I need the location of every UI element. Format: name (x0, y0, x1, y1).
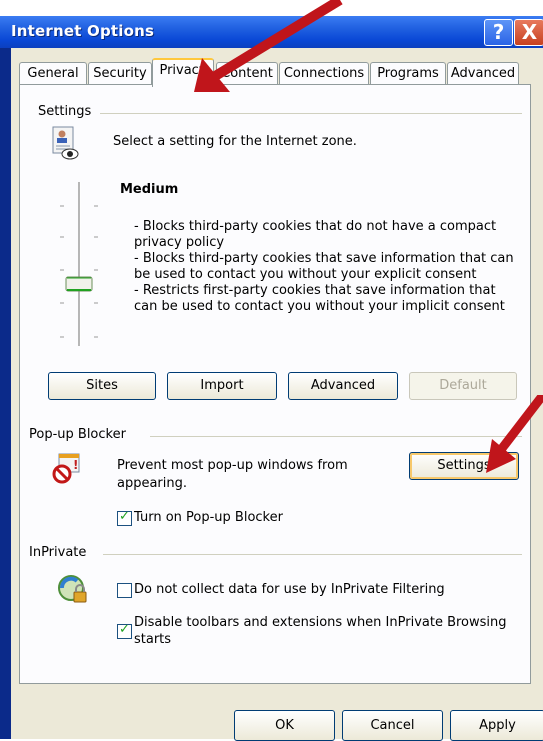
inprivate-group-line (103, 554, 522, 555)
apply-button[interactable]: Apply (450, 710, 543, 741)
ok-button[interactable]: OK (234, 710, 335, 741)
disable-toolbars-label-line2: starts (134, 632, 172, 647)
level-desc-line: - Blocks third-party cookies that do not… (134, 219, 497, 234)
inprivate-icon (56, 573, 90, 607)
zone-privacy-icon (50, 125, 80, 161)
privacy-level-slider[interactable] (44, 180, 114, 350)
svg-text:!: ! (73, 458, 78, 472)
popup-text-line1: Prevent most pop-up windows from (117, 458, 348, 473)
settings-group-line (100, 113, 522, 114)
popup-group-line (150, 436, 522, 437)
annotation-arrow-privacy (194, 0, 343, 92)
level-desc-line: be used to contact you without your expl… (134, 267, 477, 282)
disable-toolbars-label-line1: Disable toolbars and extensions when InP… (134, 615, 507, 630)
background-window-strip (0, 0, 11, 739)
disable-toolbars-checkbox[interactable]: ✓ (117, 622, 132, 639)
sites-button[interactable]: Sites (48, 372, 156, 400)
level-desc-line: - Restricts first-party cookies that sav… (134, 283, 496, 298)
popup-blocker-icon: ! (51, 452, 83, 484)
annotation-arrow-popup-settings (486, 395, 543, 473)
import-button[interactable]: Import (167, 372, 277, 400)
zone-text: Select a setting for the Internet zone. (113, 134, 357, 149)
inprivate-filtering-checkbox[interactable] (117, 583, 132, 598)
turn-on-popup-blocker-label: Turn on Pop-up Blocker (134, 510, 283, 525)
level-desc-line: - Blocks third-party cookies that save i… (134, 251, 514, 266)
tab-programs[interactable]: Programs (370, 62, 446, 85)
settings-group-label: Settings (38, 104, 98, 119)
level-desc-line: privacy policy (134, 235, 225, 250)
cancel-button[interactable]: Cancel (342, 710, 443, 741)
close-button[interactable]: X (514, 19, 543, 46)
level-desc-line: can be used to contact you without your … (134, 299, 505, 314)
tab-advanced[interactable]: Advanced (447, 62, 519, 85)
tab-general[interactable]: General (19, 62, 87, 85)
tab-security[interactable]: Security (88, 62, 152, 85)
privacy-level-title: Medium (120, 182, 179, 197)
check-icon: ✓ (119, 509, 130, 524)
advanced-button[interactable]: Advanced (288, 372, 398, 400)
check-icon: ✓ (119, 622, 130, 637)
window-title: Internet Options (11, 22, 155, 40)
popup-text-line2: appearing. (117, 476, 188, 491)
inprivate-filtering-label: Do not collect data for use by InPrivate… (134, 582, 445, 597)
turn-on-popup-blocker-checkbox[interactable]: ✓ (117, 509, 132, 526)
help-button[interactable]: ? (484, 19, 513, 46)
inprivate-group-label: InPrivate (29, 545, 93, 560)
popup-group-label: Pop-up Blocker (29, 427, 132, 442)
